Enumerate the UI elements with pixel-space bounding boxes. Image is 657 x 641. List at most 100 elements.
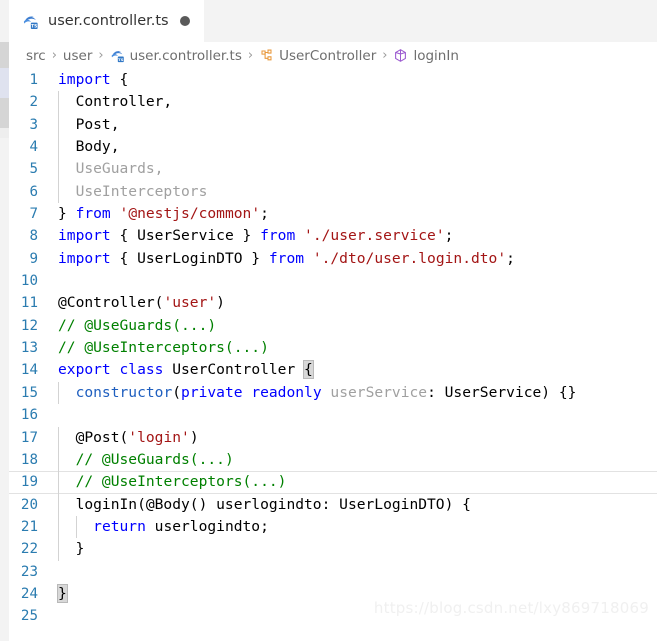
indent-guide xyxy=(58,471,59,494)
code-line[interactable]: 1 import { xyxy=(0,69,657,91)
code-line[interactable]: 14 export class UserController { xyxy=(0,359,657,381)
code-line[interactable]: 19 // @UseInterceptors(...) xyxy=(0,471,657,494)
code-token: userlogindto; xyxy=(145,517,269,535)
code-token: } xyxy=(58,205,76,223)
vscode-editor-window: TS user.controller.ts src › user › TS us… xyxy=(0,0,657,641)
code-lines: 1 import {2 Controller, 3 Post, 4 Body, 5 Us… xyxy=(0,69,657,628)
code-line-content: import { UserService } from './user.serv… xyxy=(52,225,657,247)
code-line-content: loginIn(@Body() userlogindto: UserLoginD… xyxy=(52,493,657,516)
code-token: '@nestjs/common' xyxy=(119,205,261,223)
code-editor-surface[interactable]: 1 import {2 Controller, 3 Post, 4 Body, 5 Us… xyxy=(0,69,657,641)
breadcrumb-item-file[interactable]: TS user.controller.ts xyxy=(110,48,242,64)
breadcrumb-label: UserController xyxy=(279,47,377,64)
code-line[interactable]: 3 Post, xyxy=(0,113,657,137)
code-token: Post, xyxy=(58,115,120,133)
editor-tab-label: user.controller.ts xyxy=(48,13,169,29)
code-token: import xyxy=(58,71,111,88)
code-line[interactable]: 25 xyxy=(0,605,657,627)
overview-ruler[interactable] xyxy=(0,0,9,641)
code-line-content: export class UserController { xyxy=(52,359,657,381)
code-token: { UserService } xyxy=(110,227,261,245)
code-token: loginIn(@Body() userlogindto: UserLoginD… xyxy=(58,495,471,513)
code-line[interactable]: 2 Controller, xyxy=(0,91,657,114)
code-line-content: UseInterceptors xyxy=(52,180,657,204)
code-line[interactable]: 20 loginIn(@Body() userlogindto: UserLog… xyxy=(0,493,657,516)
code-token: from xyxy=(75,205,111,223)
code-line-content: constructor(private readonly userService… xyxy=(52,381,657,405)
code-line[interactable]: 18 // @UseGuards(...) xyxy=(0,448,657,472)
code-line[interactable]: 23 xyxy=(0,561,657,583)
code-line[interactable]: 6 UseInterceptors xyxy=(0,180,657,204)
code-token: } xyxy=(57,583,68,603)
indent-guide xyxy=(58,538,59,561)
breadcrumb-separator: › xyxy=(51,48,57,63)
code-line[interactable]: 12// @UseGuards(...) xyxy=(0,315,657,337)
code-token: private readonly xyxy=(181,383,322,401)
breadcrumb-item-class[interactable]: UserController xyxy=(259,48,376,64)
code-line-content: } xyxy=(52,583,657,605)
code-line[interactable]: 17 @Post('login') xyxy=(0,426,657,449)
symbol-class-icon xyxy=(259,48,274,63)
code-line[interactable]: 15 constructor(private readonly userServ… xyxy=(0,381,657,405)
code-line[interactable]: 10 xyxy=(0,270,657,292)
svg-text:TS: TS xyxy=(31,23,37,29)
breadcrumb-separator: › xyxy=(382,48,388,63)
code-token: ( xyxy=(172,383,182,401)
breadcrumb-item-src[interactable]: src xyxy=(26,48,46,64)
breadcrumb: src › user › TS user.controller.ts › Use… xyxy=(0,42,657,69)
code-token: } xyxy=(58,540,85,558)
code-token: @Post( xyxy=(58,428,129,446)
code-token: UserController xyxy=(163,361,305,379)
overview-ruler-marker-pale xyxy=(0,128,9,138)
code-token: UseInterceptors xyxy=(58,182,208,200)
code-line[interactable]: 13// @UseInterceptors(...) xyxy=(0,337,657,359)
code-line-content: UseGuards, xyxy=(52,158,657,181)
editor-tab-bar: TS user.controller.ts xyxy=(0,0,657,42)
code-token: import xyxy=(58,227,111,245)
indent-guide xyxy=(58,515,59,539)
breadcrumb-item-user[interactable]: user xyxy=(63,48,92,64)
code-line[interactable]: 22 } xyxy=(0,538,657,561)
code-token: 'login' xyxy=(128,428,190,446)
code-line[interactable]: 11 @Controller('user') xyxy=(0,292,657,314)
code-token: export xyxy=(58,361,111,379)
indent-guide xyxy=(58,426,59,449)
breadcrumb-item-method[interactable]: loginIn xyxy=(393,48,459,64)
breadcrumb-label: user xyxy=(62,47,93,64)
code-token: : UserService) {} xyxy=(427,383,577,401)
code-token: from xyxy=(268,249,305,267)
indent-guide xyxy=(58,113,59,137)
code-token: @Controller( xyxy=(58,294,164,312)
code-token: ; xyxy=(260,205,269,223)
code-line[interactable]: 9 import { UserLoginDTO } from './dto/use… xyxy=(0,248,657,270)
code-token: constructor xyxy=(75,383,173,401)
code-token: ) xyxy=(216,294,225,312)
code-line-content: import { xyxy=(52,69,657,91)
code-token: import xyxy=(58,249,111,267)
code-line[interactable]: 24} xyxy=(0,583,657,605)
typescript-nest-file-icon: TS xyxy=(110,48,125,63)
code-line[interactable]: 7} from '@nestjs/common'; xyxy=(0,203,657,225)
code-token: // @UseGuards(...) xyxy=(58,316,217,334)
code-line[interactable]: 21 return userlogindto; xyxy=(0,515,657,539)
code-token: UseGuards, xyxy=(58,160,164,178)
code-line[interactable]: 5 UseGuards, xyxy=(0,158,657,181)
unsaved-dot-icon[interactable] xyxy=(179,16,190,26)
code-token: { UserLoginDTO } xyxy=(110,249,269,267)
indent-guide xyxy=(58,448,59,472)
indent-guide xyxy=(58,180,59,204)
code-line[interactable]: 16 xyxy=(0,404,657,426)
editor-tab-user-controller[interactable]: TS user.controller.ts xyxy=(9,0,204,42)
indent-guide xyxy=(58,381,59,405)
indent-guide xyxy=(58,91,59,114)
breadcrumb-label: src xyxy=(26,47,46,64)
indent-guide xyxy=(75,515,77,539)
code-line[interactable]: 4 Body, xyxy=(0,136,657,159)
code-line[interactable]: 8 import { UserService } from './user.ser… xyxy=(0,225,657,247)
